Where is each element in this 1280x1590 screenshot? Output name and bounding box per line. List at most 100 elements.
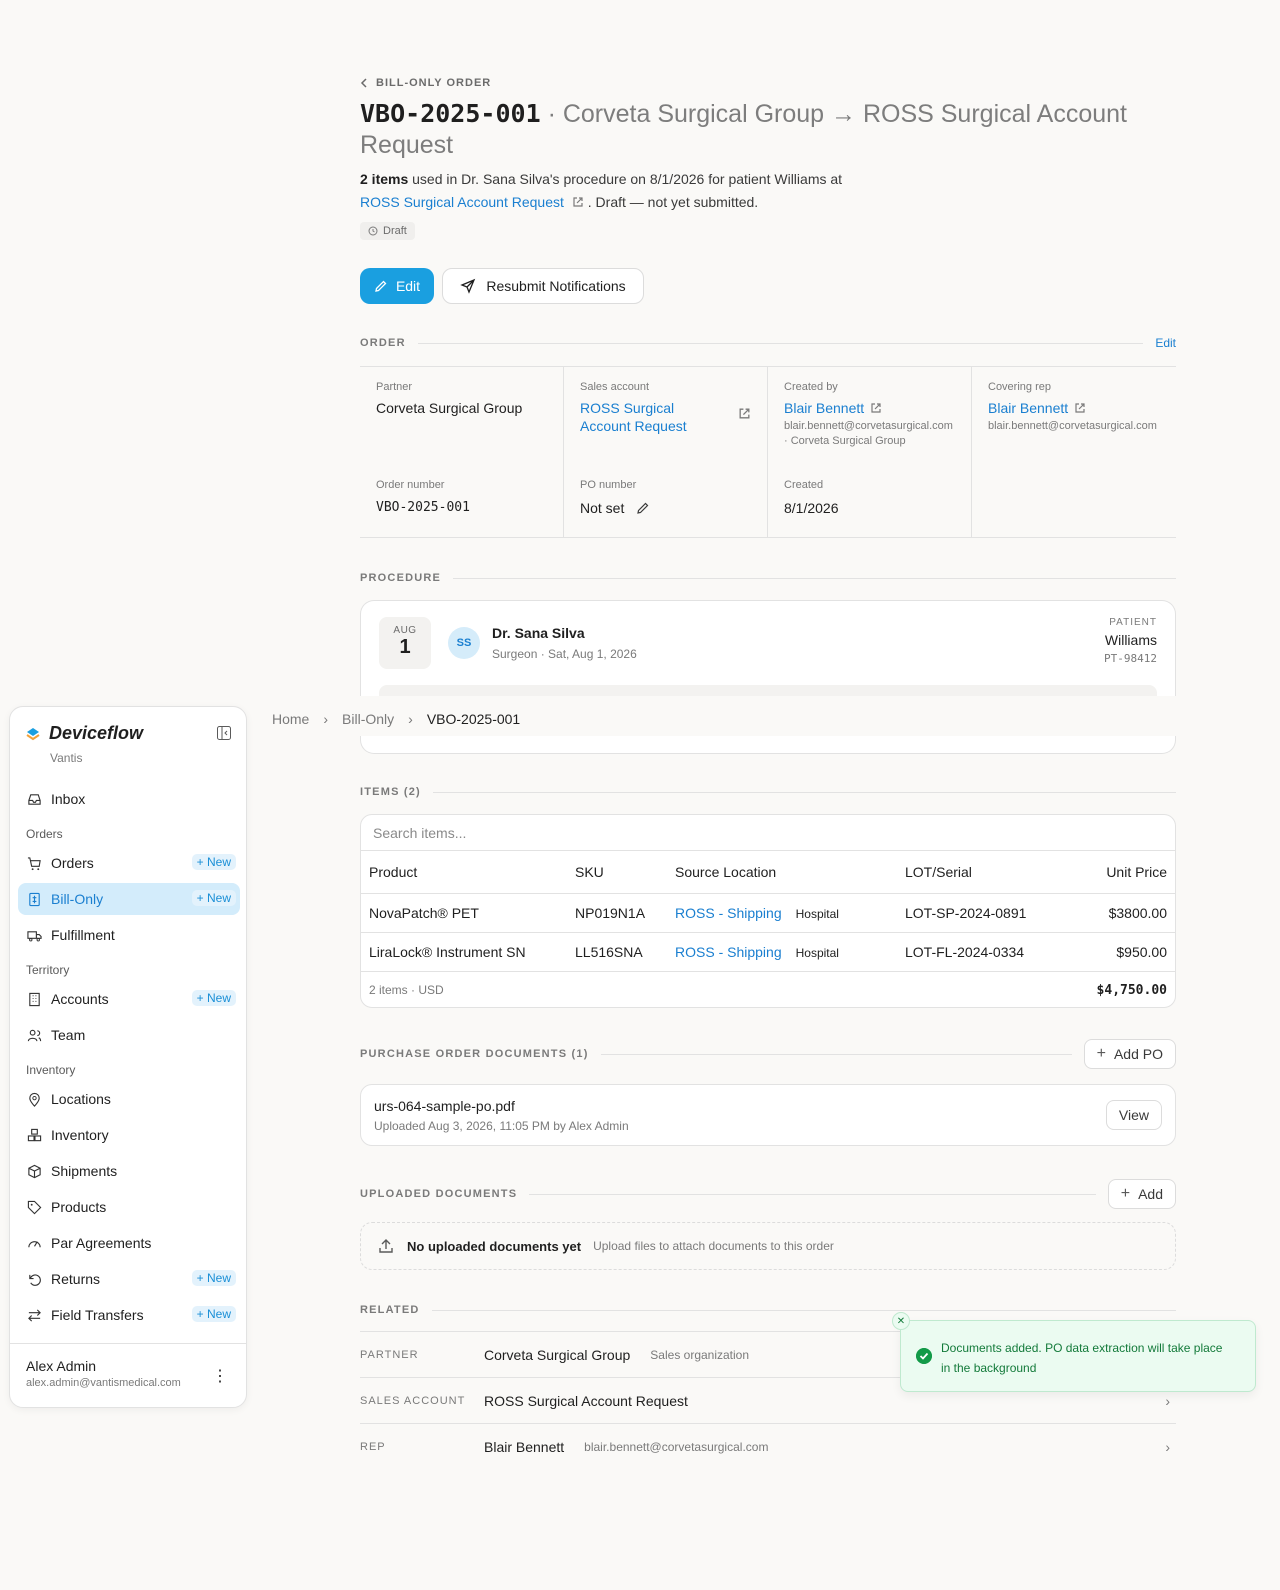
close-icon[interactable]: ✕ [892, 1312, 910, 1330]
sidebar-item-locations[interactable]: Locations [18, 1083, 240, 1115]
logo-icon [26, 727, 40, 740]
sidebar-item-label: Team [51, 1027, 86, 1043]
avatar: SS [448, 627, 480, 659]
sidebar-item-returns[interactable]: Returns + New [18, 1263, 240, 1295]
po-document-card: urs-064-sample-po.pdf Uploaded Aug 3, 20… [360, 1084, 1176, 1146]
related-key: PARTNER [360, 1348, 419, 1361]
sidebar-item-field-transfers[interactable]: Field Transfers + New [18, 1299, 240, 1331]
pencil-icon[interactable] [636, 501, 650, 515]
uploads-section-header: UPLOADED DOCUMENTS + Add [360, 1179, 1176, 1209]
created-by-details: blair.bennett@corvetasurgical.com · Corv… [784, 420, 953, 447]
chevron-right-icon: › [1165, 1392, 1170, 1409]
sidebar-item-label: Field Transfers [51, 1307, 144, 1323]
external-link-icon[interactable] [572, 196, 584, 208]
sidebar-item-label: Products [51, 1199, 107, 1215]
toast-message: Documents added. PO data extraction will… [941, 1341, 1223, 1375]
empty-documents-dropzone[interactable]: No uploaded documents yet Upload files t… [360, 1222, 1176, 1270]
brand[interactable]: Deviceflow [25, 723, 143, 744]
items-section-header: ITEMS (2) [360, 786, 1176, 798]
location-cell: ROSS - Shipping Hospital [667, 932, 897, 972]
send-icon [460, 278, 476, 294]
add-po-label: Add PO [1113, 1046, 1163, 1062]
breadcrumb-bill-only[interactable]: Bill-Only [342, 711, 394, 727]
covering-rep-link[interactable]: Blair Bennett [988, 399, 1068, 417]
user-profile[interactable]: Alex Admin alex.admin@vantismedical.com … [10, 1343, 246, 1407]
created-by-link[interactable]: Blair Bennett [784, 399, 864, 417]
breadcrumb: Home › Bill-Only › VBO-2025-001 [272, 696, 520, 742]
surgeon-details: Surgeon · Sat, Aug 1, 2026 [492, 647, 637, 661]
back-link[interactable]: BILL-ONLY ORDER [360, 77, 491, 89]
chevron-right-icon: › [408, 711, 413, 727]
sku-cell: NP019N1A [567, 893, 667, 933]
building-icon [26, 991, 42, 1007]
summary-text: used in Dr. Sana Silva's procedure on 8/… [408, 171, 843, 187]
page-title: VBO-2025-001 · Corveta Surgical Group → … [360, 98, 1176, 161]
sidebar-collapse-icon[interactable] [216, 725, 232, 741]
sidebar-item-accounts[interactable]: Accounts + New [18, 983, 240, 1015]
new-bill-only-button[interactable]: + New [191, 890, 236, 906]
created-value: 8/1/2026 [784, 500, 839, 516]
edit-button[interactable]: Edit [360, 268, 434, 304]
new-field-transfer-button[interactable]: + New [191, 1306, 236, 1322]
price-cell: $3800.00 [1075, 893, 1175, 933]
uploads-section-title: UPLOADED DOCUMENTS [360, 1188, 518, 1200]
sidebar: Deviceflow Vantis Inbox Orders Orders + … [9, 706, 247, 1408]
procedure-section-title: PROCEDURE [360, 572, 442, 584]
new-order-button[interactable]: + New [191, 854, 236, 870]
column-header: Source Location [667, 851, 897, 894]
breadcrumb-home[interactable]: Home [272, 711, 309, 727]
sales-account-label: Sales account [580, 381, 650, 393]
covering-rep-email: blair.bennett@corvetasurgical.com [988, 420, 1157, 432]
resubmit-notifications-button[interactable]: Resubmit Notifications [442, 268, 644, 304]
location-link[interactable]: ROSS - Shipping [675, 944, 782, 960]
patient-label: PATIENT [1109, 617, 1157, 628]
external-link-icon[interactable] [738, 407, 751, 420]
related-value: Corveta Surgical Group [484, 1346, 631, 1363]
items-table: Product SKU Source Location LOT/Serial U… [361, 851, 1175, 972]
add-po-button[interactable]: + Add PO [1083, 1039, 1176, 1069]
empty-title: No uploaded documents yet [407, 1238, 582, 1254]
sidebar-item-label: Inbox [51, 791, 86, 807]
sidebar-item-team[interactable]: Team [18, 1019, 240, 1051]
sidebar-item-label: Shipments [51, 1163, 118, 1179]
map-pin-icon [26, 1091, 42, 1107]
sidebar-item-orders[interactable]: Orders + New [18, 847, 240, 879]
related-rep-row[interactable]: REP Blair Bennett blair.bennett@corvetas… [360, 1423, 1176, 1469]
status-badge: Draft [360, 222, 415, 240]
sidebar-item-par-agreements[interactable]: Par Agreements [18, 1227, 240, 1259]
edit-label: Edit [395, 278, 421, 294]
order-edit-link[interactable]: Edit [1155, 336, 1176, 350]
new-return-button[interactable]: + New [191, 1270, 236, 1286]
add-document-button[interactable]: + Add [1107, 1179, 1176, 1209]
sidebar-item-products[interactable]: Products [18, 1191, 240, 1223]
status-label: Draft [383, 225, 407, 237]
sidebar-item-inventory[interactable]: Inventory [18, 1119, 240, 1151]
covering-rep-label: Covering rep [988, 381, 1051, 393]
sidebar-item-label: Inventory [51, 1127, 109, 1143]
more-vertical-icon[interactable]: ⋮ [212, 1366, 228, 1386]
search-input[interactable]: Search items... [361, 815, 1175, 851]
items-total: $4,750.00 [1096, 982, 1167, 998]
created-by-label: Created by [784, 381, 838, 393]
sales-account-link[interactable]: ROSS Surgical Account Request [580, 399, 710, 435]
view-button[interactable]: View [1105, 1100, 1162, 1130]
location-link[interactable]: ROSS - Shipping [675, 905, 782, 921]
po-docs-section-header: PURCHASE ORDER DOCUMENTS (1) + Add PO [360, 1039, 1176, 1069]
external-link-icon[interactable] [870, 402, 882, 414]
breadcrumb-current: VBO-2025-001 [426, 711, 521, 727]
sidebar-item-bill-only[interactable]: Bill-Only + New [18, 883, 240, 915]
sidebar-item-fulfillment[interactable]: Fulfillment [18, 919, 240, 951]
sidebar-item-inbox[interactable]: Inbox [18, 783, 240, 815]
sidebar-item-shipments[interactable]: Shipments [18, 1155, 240, 1187]
items-table-card: Search items... Product SKU Source Locat… [360, 814, 1176, 1008]
sidebar-item-label: Accounts [51, 991, 109, 1007]
surgeon-name: Dr. Sana Silva [492, 625, 585, 641]
sidebar-item-label: Bill-Only [51, 891, 104, 907]
new-account-button[interactable]: + New [191, 990, 236, 1006]
external-link-icon[interactable] [1074, 402, 1086, 414]
summary-account-link[interactable]: ROSS Surgical Account Request [360, 194, 564, 210]
related-key: SALES ACCOUNT [360, 1394, 466, 1407]
user-name: Alex Admin [26, 1358, 97, 1374]
procedure-day: 1 [399, 636, 411, 658]
resubmit-label: Resubmit Notifications [486, 278, 626, 294]
